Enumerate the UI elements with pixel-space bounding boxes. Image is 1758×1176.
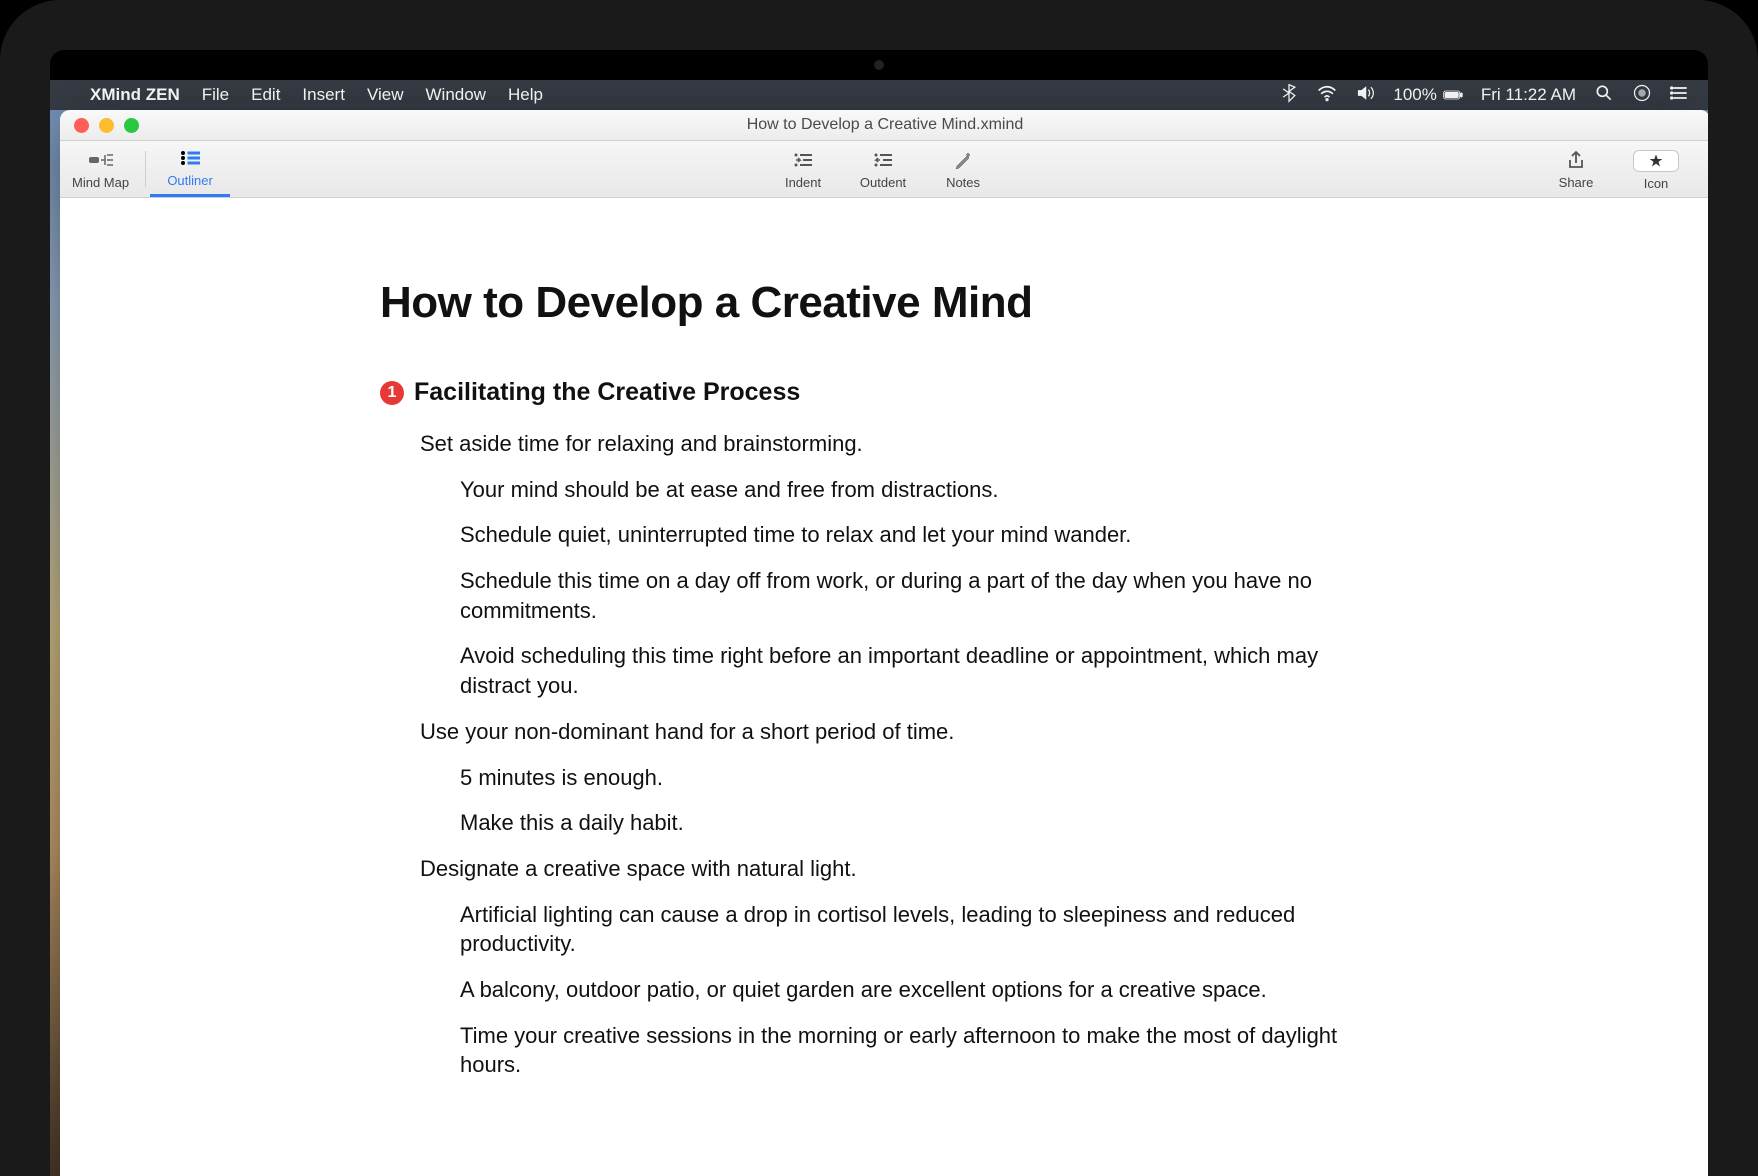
- zoom-button[interactable]: [124, 118, 139, 133]
- outline-item[interactable]: Set aside time for relaxing and brainsto…: [420, 429, 1350, 459]
- menu-help[interactable]: Help: [508, 85, 543, 105]
- toolbar-divider: [145, 151, 146, 187]
- indent-icon: [793, 149, 813, 171]
- icon-button[interactable]: Icon: [1616, 141, 1696, 197]
- toolbar: Mind Map Outliner Indent Outdent: [60, 141, 1708, 198]
- menubar-left: XMind ZEN File Edit Insert View Window H…: [68, 85, 543, 105]
- outliner-tab[interactable]: Outliner: [150, 141, 230, 197]
- menubar-clock[interactable]: Fri 11:22 AM: [1481, 85, 1576, 105]
- wifi-icon[interactable]: [1317, 83, 1337, 108]
- outline-subitem[interactable]: Avoid scheduling this time right before …: [460, 641, 1350, 700]
- document-area[interactable]: How to Develop a Creative Mind 1 Facilit…: [60, 198, 1708, 1176]
- siri-icon[interactable]: [1632, 83, 1652, 108]
- menu-window[interactable]: Window: [426, 85, 486, 105]
- notification-center-icon[interactable]: [1670, 83, 1690, 108]
- menubar-right: 100% Fri 11:22 AM: [1279, 83, 1690, 108]
- outliner-icon: [180, 147, 200, 169]
- outline-subitem[interactable]: Schedule quiet, uninterrupted time to re…: [460, 520, 1350, 550]
- menu-edit[interactable]: Edit: [251, 85, 280, 105]
- icon-label: Icon: [1644, 176, 1669, 191]
- mindmap-tab[interactable]: Mind Map: [60, 141, 141, 197]
- macos-menubar: XMind ZEN File Edit Insert View Window H…: [50, 80, 1708, 110]
- outline-subitem[interactable]: A balcony, outdoor patio, or quiet garde…: [460, 975, 1350, 1005]
- outline-subitem[interactable]: Time your creative sessions in the morni…: [460, 1021, 1350, 1080]
- outdent-icon: [873, 149, 893, 171]
- section-header[interactable]: 1 Facilitating the Creative Process: [380, 378, 1350, 407]
- app-window: How to Develop a Creative Mind.xmind Min…: [60, 110, 1708, 1176]
- volume-icon[interactable]: [1355, 83, 1375, 108]
- battery-percent: 100%: [1393, 85, 1436, 105]
- menu-file[interactable]: File: [202, 85, 229, 105]
- minimize-button[interactable]: [99, 118, 114, 133]
- menu-view[interactable]: View: [367, 85, 404, 105]
- window-controls: [74, 118, 139, 133]
- outline-subitem[interactable]: Artificial lighting can cause a drop in …: [460, 900, 1350, 959]
- outline-subitem[interactable]: 5 minutes is enough.: [460, 763, 1350, 793]
- close-button[interactable]: [74, 118, 89, 133]
- outline-subitem[interactable]: Make this a daily habit.: [460, 808, 1350, 838]
- document-title[interactable]: How to Develop a Creative Mind: [380, 278, 1350, 328]
- mindmap-icon: [87, 149, 115, 171]
- outline-subitem[interactable]: Your mind should be at ease and free fro…: [460, 475, 1350, 505]
- window-title: How to Develop a Creative Mind.xmind: [60, 116, 1708, 134]
- star-icon: [1633, 150, 1679, 172]
- section-title: Facilitating the Creative Process: [414, 378, 800, 407]
- mindmap-label: Mind Map: [72, 175, 129, 190]
- camera-icon: [874, 60, 884, 70]
- desktop: XMind ZEN File Edit Insert View Window H…: [50, 80, 1708, 1176]
- notes-label: Notes: [946, 175, 980, 190]
- section-number-badge: 1: [380, 381, 404, 405]
- outdent-label: Outdent: [860, 175, 906, 190]
- menu-insert[interactable]: Insert: [302, 85, 345, 105]
- window-titlebar[interactable]: How to Develop a Creative Mind.xmind: [60, 110, 1708, 141]
- share-label: Share: [1559, 175, 1594, 190]
- outline-subitem[interactable]: Schedule this time on a day off from wor…: [460, 566, 1350, 625]
- share-icon: [1567, 149, 1585, 171]
- menubar-app-name[interactable]: XMind ZEN: [90, 85, 180, 105]
- outliner-label: Outliner: [167, 173, 213, 188]
- outline-item[interactable]: Use your non-dominant hand for a short p…: [420, 717, 1350, 747]
- outline-item[interactable]: Designate a creative space with natural …: [420, 854, 1350, 884]
- screen-bezel: XMind ZEN File Edit Insert View Window H…: [50, 50, 1708, 1176]
- indent-label: Indent: [785, 175, 821, 190]
- notes-icon: [954, 149, 972, 171]
- indent-button[interactable]: Indent: [763, 141, 843, 197]
- notes-button[interactable]: Notes: [923, 141, 1003, 197]
- outdent-button[interactable]: Outdent: [843, 141, 923, 197]
- laptop-frame: XMind ZEN File Edit Insert View Window H…: [0, 0, 1758, 1176]
- bluetooth-icon[interactable]: [1279, 83, 1299, 108]
- battery-status[interactable]: 100%: [1393, 85, 1462, 105]
- share-button[interactable]: Share: [1536, 141, 1616, 197]
- spotlight-icon[interactable]: [1594, 83, 1614, 108]
